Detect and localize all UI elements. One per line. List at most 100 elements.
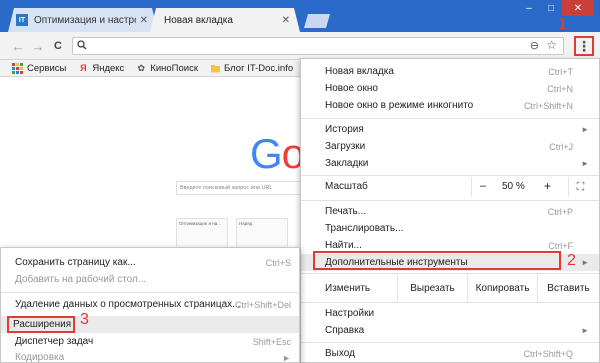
edit-label: Изменить bbox=[325, 282, 371, 294]
bookmark-folder-blog[interactable]: Блог IT-Doc.info bbox=[210, 63, 293, 74]
star-icon[interactable]: ☆ bbox=[546, 38, 557, 52]
submenu-item-task-manager[interactable]: Диспетчер задач Shift+Esc bbox=[1, 333, 299, 350]
submenu-item-encoding[interactable]: Кодировка ► bbox=[1, 349, 299, 363]
shortcut: Ctrl+Shift+Q bbox=[523, 348, 573, 359]
shortcut: Ctrl+P bbox=[547, 206, 573, 217]
submenu-item-clear-data[interactable]: Удаление данных о просмотренных страница… bbox=[1, 296, 299, 313]
forward-icon[interactable]: → bbox=[30, 38, 46, 54]
window-controls: – □ ✕ bbox=[518, 0, 594, 16]
menu-item-label: Кодировка bbox=[15, 352, 65, 363]
menu-item-new-window[interactable]: Новое окно Ctrl+N bbox=[301, 80, 599, 97]
menu-item-label: Найти... bbox=[325, 240, 362, 251]
menu-item-label: Выход bbox=[325, 348, 355, 359]
menu-item-label: Справка bbox=[325, 325, 365, 336]
annotation-3: 3 bbox=[80, 311, 89, 328]
menu-divider bbox=[301, 118, 599, 119]
toolbar: ← → C ⊖ ☆ ⋮ bbox=[0, 32, 600, 60]
close-icon[interactable]: ✕ bbox=[282, 15, 290, 26]
copy-button[interactable]: Копировать bbox=[467, 275, 537, 301]
folder-icon bbox=[210, 63, 220, 73]
highlight-extensions bbox=[7, 316, 75, 333]
submenu-arrow-icon: ► bbox=[282, 352, 291, 363]
zoom-in-button[interactable]: + bbox=[544, 179, 551, 193]
menu-item-incognito[interactable]: Новое окно в режиме инкогнито Ctrl+Shift+… bbox=[301, 97, 599, 114]
menu-item-label: Сохранить страницу как... bbox=[15, 257, 136, 268]
paste-button[interactable]: Вставить bbox=[537, 275, 599, 301]
menu-item-history[interactable]: История ► bbox=[301, 121, 599, 138]
annotation-2: 2 bbox=[567, 252, 576, 269]
cut-button[interactable]: Вырезать bbox=[397, 275, 467, 301]
yandex-icon: Я bbox=[80, 63, 87, 73]
tab-new-tab[interactable]: Новая вкладка ✕ bbox=[150, 8, 300, 32]
back-icon[interactable]: ← bbox=[10, 38, 26, 54]
highlight-more-tools bbox=[313, 251, 561, 270]
zoom-value: 50 % bbox=[502, 181, 525, 192]
shortcut: Ctrl+S bbox=[265, 257, 291, 268]
close-icon[interactable]: ✕ bbox=[140, 15, 148, 26]
search-icon bbox=[77, 40, 87, 53]
tab-strip: IT Оптимизация и настро ✕ Новая вкладка … bbox=[0, 0, 600, 32]
menu-divider bbox=[301, 302, 599, 303]
menu-item-help[interactable]: Справка ► bbox=[301, 322, 599, 339]
bookmark-kinopoisk[interactable]: ✿ КиноПоиск bbox=[136, 63, 198, 74]
bookmark-services[interactable]: Сервисы bbox=[12, 62, 67, 74]
menu-item-label: Транслировать... bbox=[325, 223, 404, 234]
menu-item-cast[interactable]: Транслировать... bbox=[301, 220, 599, 237]
tab-optimization[interactable]: IT Оптимизация и настро ✕ bbox=[8, 8, 158, 32]
shortcut: Ctrl+Shift+Del bbox=[234, 299, 291, 310]
tab-title: Оптимизация и настро bbox=[34, 14, 136, 26]
bookmark-label: Яндекс bbox=[92, 62, 125, 74]
menu-item-downloads[interactable]: Загрузки Ctrl+J bbox=[301, 138, 599, 155]
menu-item-label: Новое окно bbox=[325, 83, 378, 94]
page-search-input[interactable]: Введите поисковый запрос или URL bbox=[176, 181, 316, 195]
shortcut: Ctrl+F bbox=[548, 240, 573, 251]
menu-item-settings[interactable]: Настройки bbox=[301, 305, 599, 322]
new-tab-button[interactable] bbox=[304, 14, 330, 28]
annotation-1: 1 bbox=[558, 16, 567, 33]
menu-item-label: Настройки bbox=[325, 308, 375, 319]
kinopoisk-icon: ✿ bbox=[137, 62, 146, 73]
site-favicon-icon: IT bbox=[16, 14, 28, 26]
menu-divider bbox=[301, 200, 599, 201]
menu-item-exit[interactable]: Выход Ctrl+Shift+Q bbox=[301, 345, 599, 362]
menu-divider bbox=[301, 175, 599, 176]
submenu-item-save-page[interactable]: Сохранить страницу как... Ctrl+S bbox=[1, 254, 299, 271]
apps-icon bbox=[12, 62, 23, 74]
menu-divider bbox=[1, 292, 299, 293]
zoom-out-button[interactable]: – bbox=[480, 180, 486, 192]
submenu-arrow-icon: ► bbox=[581, 125, 589, 134]
menu-item-label: История bbox=[325, 124, 364, 135]
minimize-icon[interactable]: – bbox=[518, 0, 540, 16]
chrome-menu-button[interactable]: ⋮ bbox=[574, 36, 594, 56]
menu-item-label: Загрузки bbox=[325, 141, 366, 152]
fullscreen-icon[interactable]: ⛶ bbox=[568, 177, 592, 197]
tab-title: Новая вкладка bbox=[164, 14, 233, 26]
menu-divider bbox=[301, 273, 599, 274]
menu-item-print[interactable]: Печать... Ctrl+P bbox=[301, 203, 599, 220]
menu-item-new-tab[interactable]: Новая вкладка Ctrl+T bbox=[301, 63, 599, 80]
bookmark-yandex[interactable]: Я Яндекс bbox=[78, 63, 124, 74]
zoom-icon[interactable]: ⊖ bbox=[530, 39, 539, 52]
zoom-label: Масштаб bbox=[325, 181, 368, 192]
bookmark-label: Сервисы bbox=[27, 62, 67, 74]
submenu-item-add-to-desktop[interactable]: Добавить на рабочий стол... bbox=[1, 271, 299, 288]
tile-title: Наряд bbox=[239, 221, 253, 226]
shortcut: Ctrl+J bbox=[549, 141, 573, 152]
tile-title: Оптимизация и на... bbox=[179, 221, 221, 226]
close-window-icon[interactable]: ✕ bbox=[562, 0, 594, 16]
menu-item-bookmarks[interactable]: Закладки ► bbox=[301, 155, 599, 172]
shortcut: Ctrl+N bbox=[547, 83, 573, 94]
reload-icon[interactable]: C bbox=[50, 38, 66, 54]
shortcut: Shift+Esc bbox=[252, 336, 291, 347]
shortcut: Ctrl+T bbox=[548, 66, 573, 77]
maximize-icon[interactable]: □ bbox=[540, 0, 562, 16]
shortcut: Ctrl+Shift+N bbox=[523, 100, 573, 111]
menu-item-label: Закладки bbox=[325, 158, 369, 169]
chrome-main-menu: Новая вкладка Ctrl+T Новое окно Ctrl+N Нов… bbox=[300, 58, 600, 363]
address-bar[interactable]: ⊖ ☆ bbox=[72, 37, 564, 55]
zoom-controls: – 50 % + ⛶ bbox=[471, 177, 597, 197]
submenu-arrow-icon: ► bbox=[581, 159, 589, 168]
menu-item-label: Печать... bbox=[325, 206, 367, 217]
more-tools-submenu: Сохранить страницу как... Ctrl+S Добавить… bbox=[0, 247, 300, 363]
menu-item-label: Удаление данных о просмотренных страница… bbox=[15, 299, 241, 310]
